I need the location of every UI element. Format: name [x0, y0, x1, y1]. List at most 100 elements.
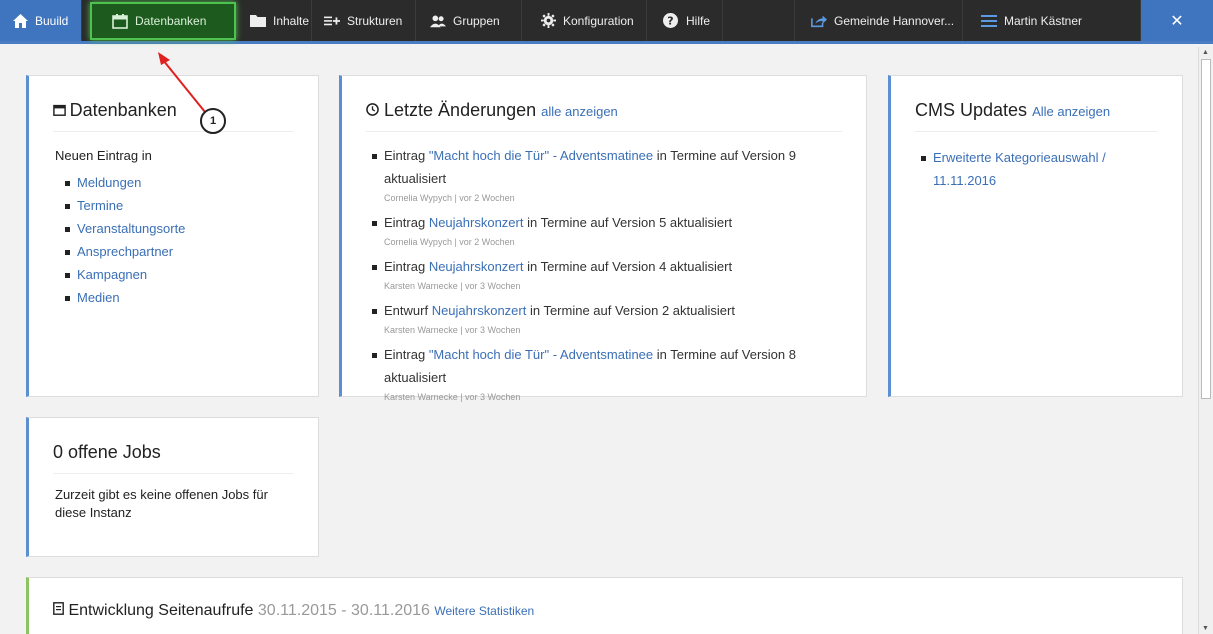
change-entry-link[interactable]: Neujahrskonzert: [429, 215, 524, 230]
recent-changes-panel: Letzte Änderungen alle anzeigen Eintrag …: [339, 75, 867, 402]
list-item: Eintrag "Macht hoch die Tür" - Adventsma…: [372, 144, 840, 205]
gear-icon: [540, 13, 556, 29]
folder-icon: [250, 13, 266, 29]
users-icon: [430, 13, 446, 29]
nav-konfiguration[interactable]: Konfiguration: [522, 0, 647, 41]
databases-list: Meldungen Termine Veranstaltungsorte Ans…: [29, 171, 318, 309]
change-prefix: Eintrag: [384, 215, 429, 230]
nav-home-label: Buuild: [35, 13, 69, 28]
nav-gemeinde-label: Gemeinde Hannover...: [834, 13, 955, 28]
change-suffix: in Termine auf Version 2 aktualisiert: [526, 303, 735, 318]
databases-title: Datenbanken: [53, 76, 294, 132]
clock-icon: [366, 100, 384, 120]
vertical-scrollbar[interactable]: ▲ ▼: [1198, 47, 1213, 634]
home-icon: [12, 13, 28, 29]
list-item: Eintrag Neujahrskonzert in Termine auf V…: [372, 211, 840, 249]
db-link-veranstaltungsorte[interactable]: Veranstaltungsorte: [77, 221, 185, 236]
calendar-icon: [53, 104, 70, 119]
databases-title-text: Datenbanken: [69, 100, 177, 120]
db-link-ansprechpartner[interactable]: Ansprechpartner: [77, 244, 173, 259]
list-item: Termine: [65, 194, 318, 217]
nav-inhalte-label: Inhalte: [273, 13, 310, 28]
cms-updates-title: CMS Updates Alle anzeigen: [915, 76, 1158, 132]
cms-update-link[interactable]: Erweiterte Kategorieauswahl / 11.11.2016: [933, 150, 1106, 188]
show-all-updates-link[interactable]: Alle anzeigen: [1032, 104, 1110, 119]
list-item: Kampagnen: [65, 263, 318, 286]
change-entry-link[interactable]: Neujahrskonzert: [429, 259, 524, 274]
list-item: Erweiterte Kategorieauswahl / 11.11.2016: [921, 146, 1162, 192]
more-statistics-link[interactable]: Weitere Statistiken: [434, 604, 534, 618]
statistics-title-text: Entwicklung Seitenaufrufe: [68, 602, 254, 619]
jobs-title: 0 offene Jobs: [53, 418, 294, 474]
nav-gruppen[interactable]: Gruppen: [416, 0, 522, 41]
document-icon: [53, 602, 68, 619]
annotation-badge: 1: [200, 108, 226, 134]
db-link-medien[interactable]: Medien: [77, 290, 120, 305]
list-item: Ansprechpartner: [65, 240, 318, 263]
nav-hilfe[interactable]: ? Hilfe: [647, 0, 723, 41]
list-item: Eintrag Neujahrskonzert in Termine auf V…: [372, 255, 840, 293]
structure-add-icon: [324, 13, 340, 29]
db-link-kampagnen[interactable]: Kampagnen: [77, 267, 147, 282]
cms-updates-panel: CMS Updates Alle anzeigen Erweiterte Kat…: [888, 75, 1183, 397]
nav-datenbanken-label: Datenbanken: [135, 14, 207, 28]
list-item: Medien: [65, 286, 318, 309]
close-button[interactable]: ✕: [1141, 0, 1213, 41]
recent-changes-title-text: Letzte Änderungen: [384, 100, 537, 120]
change-prefix: Eintrag: [384, 347, 429, 362]
change-entry-link[interactable]: "Macht hoch die Tür" - Adventsmatinee: [429, 148, 653, 163]
change-meta: Karsten Warnecke | vor 3 Wochen: [384, 392, 521, 402]
list-item: Entwurf Neujahrskonzert in Termine auf V…: [372, 299, 840, 337]
nav-konfiguration-label: Konfiguration: [563, 13, 634, 28]
scroll-thumb[interactable]: [1201, 59, 1211, 399]
change-meta: Cornelia Wypych | vor 2 Wochen: [384, 193, 515, 203]
change-meta: Cornelia Wypych | vor 2 Wochen: [384, 237, 515, 247]
change-suffix: in Termine auf Version 4 aktualisiert: [523, 259, 733, 274]
statistics-range: 30.11.2015 - 30.11.2016: [257, 602, 430, 619]
top-navbar: Buuild Datenbanken Inhalte Strukturen Gr…: [0, 0, 1213, 44]
jobs-panel: 0 offene Jobs Zurzeit gibt es keine offe…: [26, 417, 319, 557]
change-entry-link[interactable]: "Macht hoch die Tür" - Adventsmatinee: [429, 347, 653, 362]
list-item: Veranstaltungsorte: [65, 217, 318, 240]
nav-inhalte[interactable]: Inhalte: [238, 0, 312, 41]
nav-user-menu[interactable]: Martin Kästner: [963, 0, 1141, 41]
change-entry-link[interactable]: Neujahrskonzert: [432, 303, 527, 318]
menu-icon: [981, 13, 997, 29]
nav-datenbanken[interactable]: Datenbanken: [90, 2, 236, 40]
nav-gruppen-label: Gruppen: [453, 13, 500, 28]
share-icon: [811, 13, 827, 29]
change-suffix: in Termine auf Version 5 aktualisiert: [523, 215, 733, 230]
change-prefix: Entwurf: [384, 303, 432, 318]
db-link-termine[interactable]: Termine: [77, 198, 123, 213]
nav-strukturen-label: Strukturen: [347, 13, 403, 28]
change-meta: Karsten Warnecke | vor 3 Wochen: [384, 325, 521, 335]
db-link-meldungen[interactable]: Meldungen: [77, 175, 141, 190]
cms-updates-list: Erweiterte Kategorieauswahl / 11.11.2016: [891, 132, 1182, 192]
list-item: Meldungen: [65, 171, 318, 194]
change-prefix: Eintrag: [384, 259, 429, 274]
show-all-changes-link[interactable]: alle anzeigen: [541, 104, 618, 119]
scroll-down-icon[interactable]: ▼: [1202, 625, 1209, 632]
cms-updates-title-text: CMS Updates: [915, 100, 1028, 120]
nav-hilfe-label: Hilfe: [685, 13, 710, 28]
databases-subtitle: Neuen Eintrag in: [55, 148, 152, 163]
list-item: Eintrag "Macht hoch die Tür" - Adventsma…: [372, 343, 840, 404]
statistics-panel: Entwicklung Seitenaufrufe 30.11.2015 - 3…: [26, 577, 1183, 634]
changes-list: Eintrag "Macht hoch die Tür" - Adventsma…: [342, 132, 866, 404]
databases-panel: Datenbanken Neuen Eintrag in Meldungen T…: [26, 75, 319, 397]
nav-user-label: Martin Kästner: [1004, 13, 1083, 28]
nav-strukturen[interactable]: Strukturen: [312, 0, 416, 41]
statistics-title: Entwicklung Seitenaufrufe 30.11.2015 - 3…: [29, 578, 1182, 620]
svg-text:?: ?: [668, 15, 674, 28]
jobs-text: Zurzeit gibt es keine offenen Jobs für d…: [55, 487, 268, 520]
nav-home[interactable]: Buuild: [0, 0, 82, 41]
nav-gemeinde[interactable]: Gemeinde Hannover...: [795, 0, 963, 41]
close-icon: ✕: [1170, 12, 1184, 30]
recent-changes-title: Letzte Änderungen alle anzeigen: [366, 76, 842, 132]
nav-spacer: [723, 0, 795, 41]
dashboard-content: Datenbanken Neuen Eintrag in Meldungen T…: [0, 47, 1198, 634]
help-icon: ?: [663, 13, 679, 29]
change-meta: Karsten Warnecke | vor 3 Wochen: [384, 281, 521, 291]
change-prefix: Eintrag: [384, 148, 429, 163]
scroll-up-icon[interactable]: ▲: [1202, 49, 1209, 56]
